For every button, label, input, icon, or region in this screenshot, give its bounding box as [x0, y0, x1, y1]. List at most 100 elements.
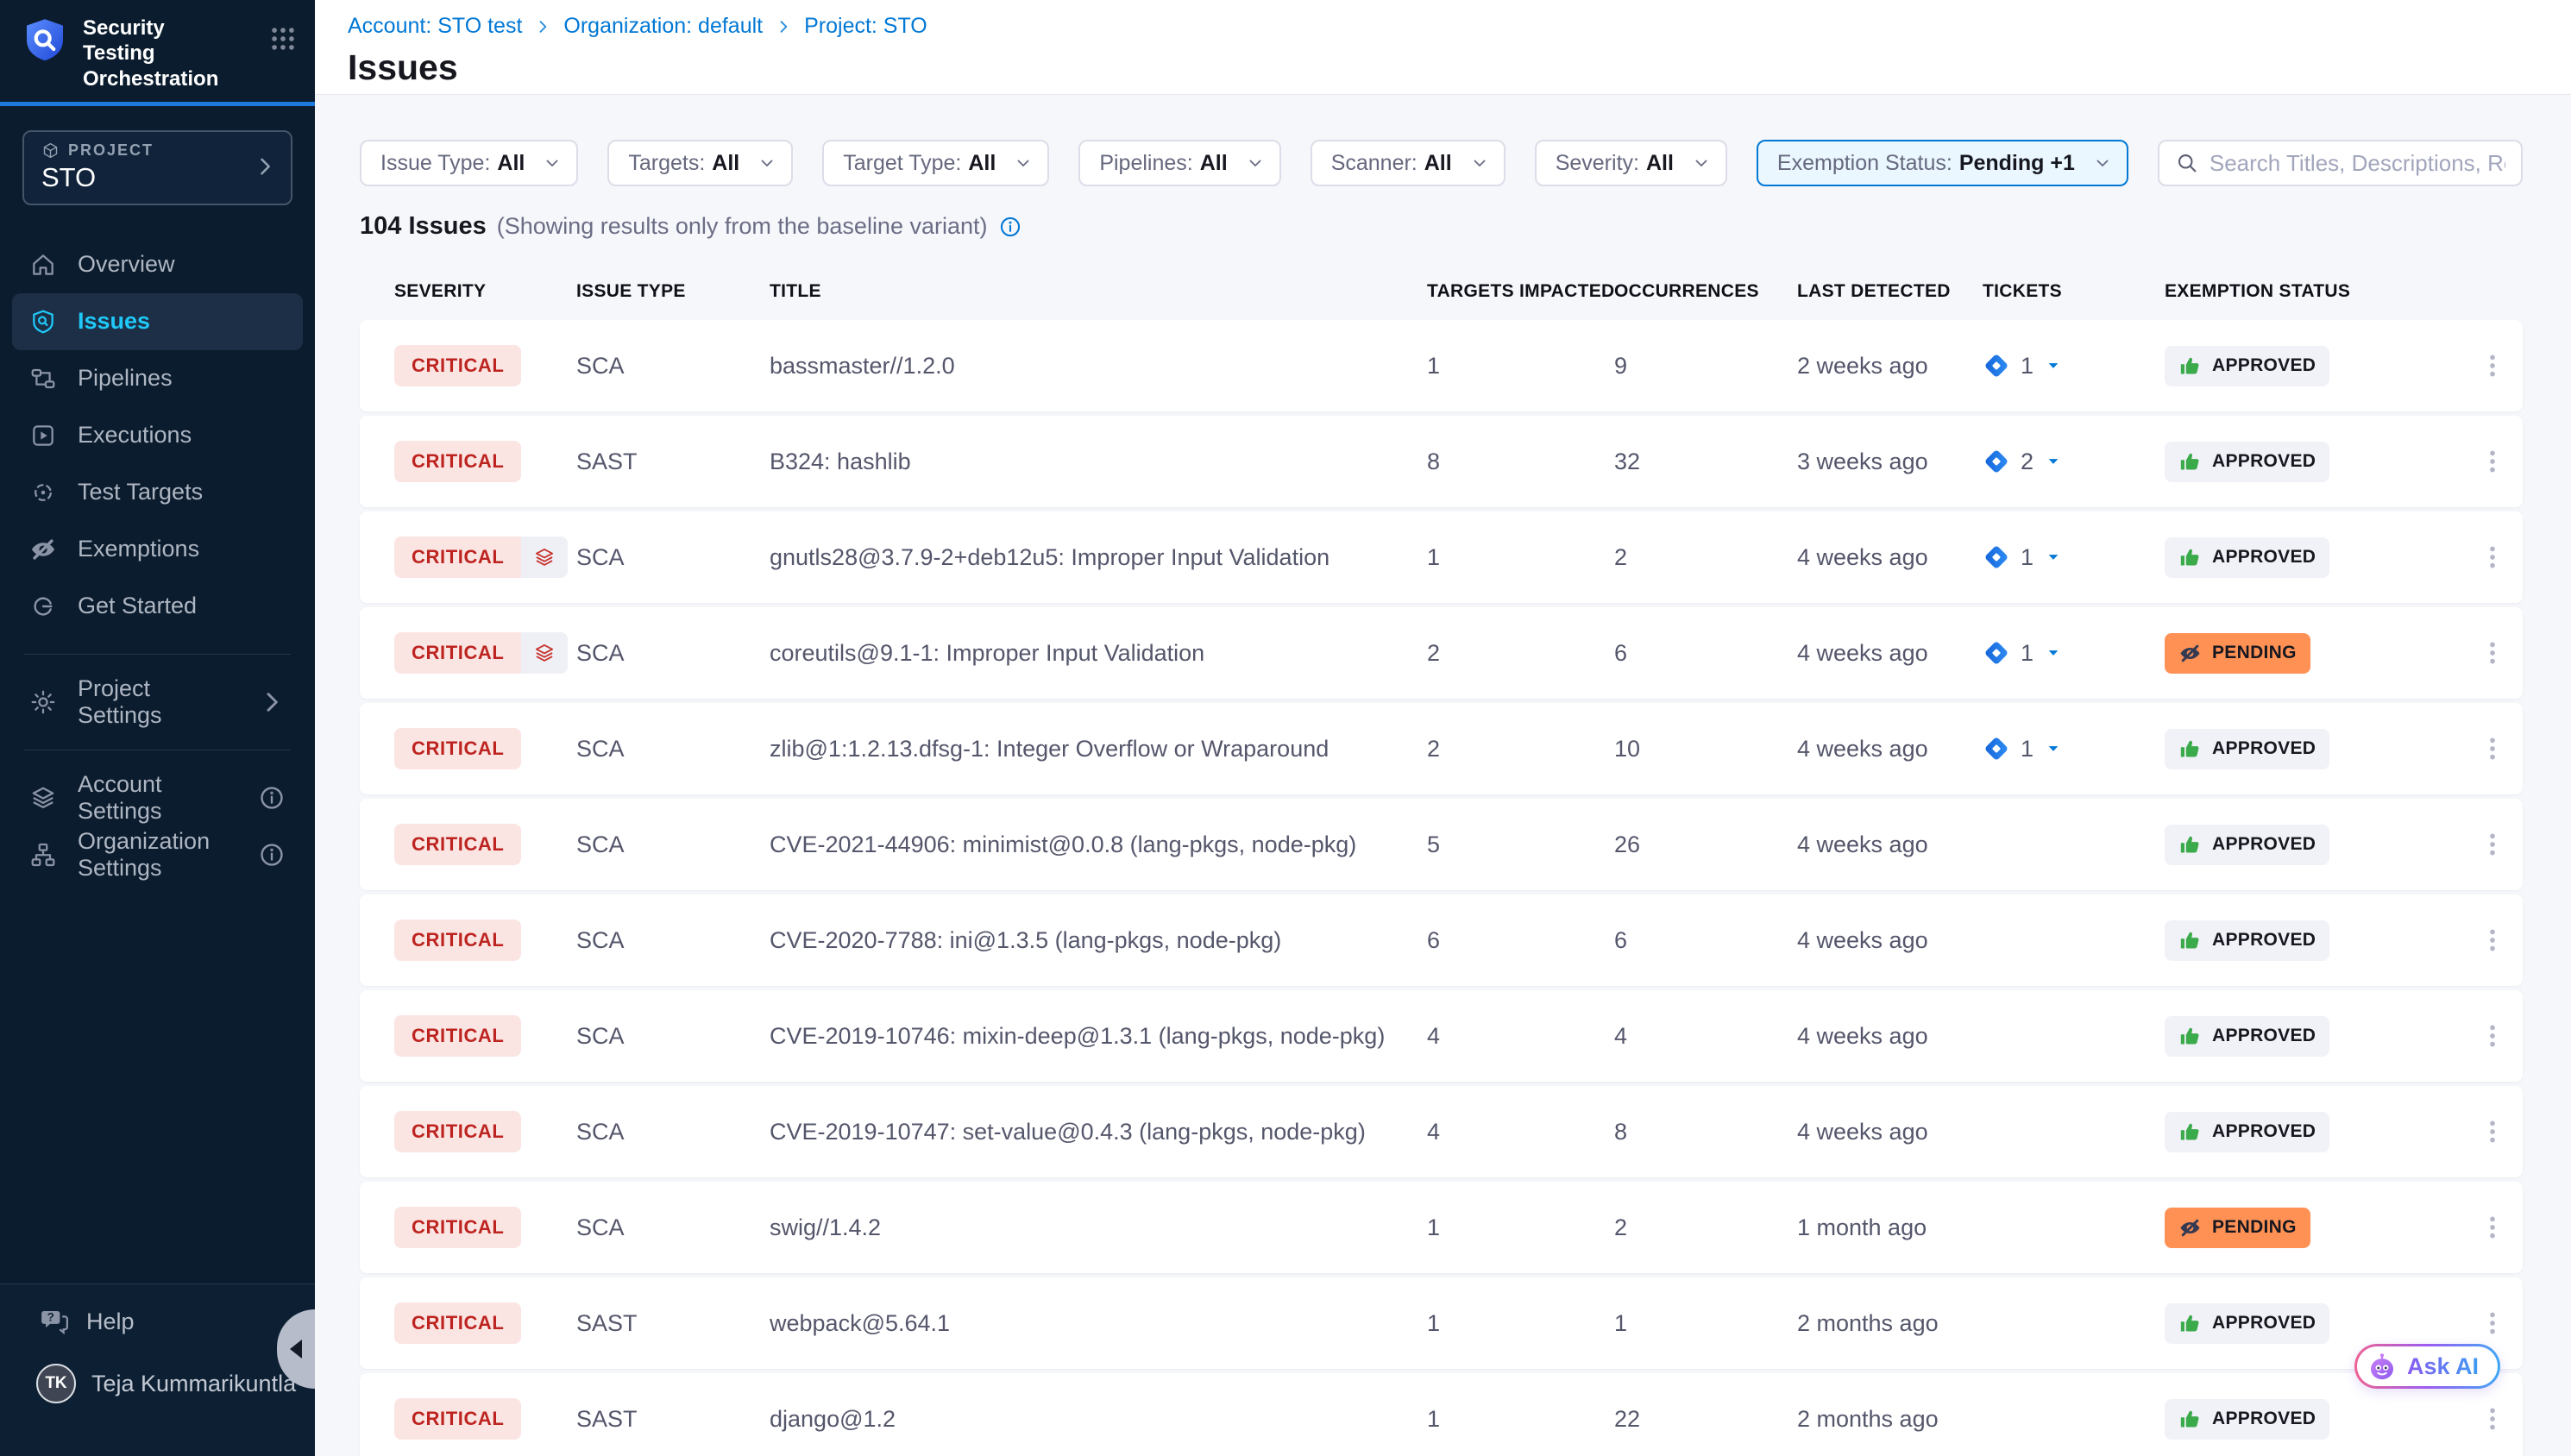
tickets-cell: 1 [1983, 543, 2165, 571]
table-header: SEVERITYISSUE TYPETITLETARGETS IMPACTEDO… [360, 263, 2523, 320]
filter-target-type[interactable]: Target Type:All [822, 140, 1049, 186]
table-row[interactable]: CRITICALSCAswig//1.4.2121 month agoPENDI… [360, 1182, 2523, 1273]
module-grid-icon[interactable] [268, 24, 298, 53]
info-icon[interactable] [258, 841, 286, 869]
table-row[interactable]: CRITICALSASTwebpack@5.64.1112 months ago… [360, 1277, 2523, 1369]
caret-down-icon[interactable] [2044, 356, 2063, 375]
filter-exemption-status[interactable]: Exemption Status:Pending +1 [1757, 140, 2128, 186]
severity-badge: CRITICAL [394, 441, 521, 482]
ticket-link[interactable]: 1 [1983, 639, 2034, 667]
caret-down-icon[interactable] [2044, 548, 2063, 567]
help-label: Help [86, 1309, 135, 1335]
column-header-exemption-status: EXEMPTION STATUS [2165, 281, 2476, 302]
search-input[interactable] [2210, 150, 2505, 177]
issue-type: SCA [576, 1214, 770, 1241]
sidebar-item-get-started[interactable]: Get Started [12, 578, 303, 635]
baseline-info-icon[interactable] [998, 215, 1022, 239]
caret-down-icon[interactable] [2044, 739, 2063, 758]
sidebar-item-project-settings[interactable]: Project Settings [12, 674, 303, 731]
row-actions-menu[interactable] [2478, 535, 2507, 580]
row-actions-menu[interactable] [2478, 1109, 2507, 1154]
ticket-link[interactable]: 1 [1983, 735, 2034, 763]
row-actions-menu[interactable] [2478, 1205, 2507, 1250]
table-row[interactable]: CRITICALSCACVE-2021-44906: minimist@0.0.… [360, 799, 2523, 890]
exemption-status-badge: APPROVED [2165, 729, 2329, 769]
chevron-right-icon [775, 18, 792, 35]
table-row[interactable]: CRITICALSCAbassmaster//1.2.0192 weeks ag… [360, 320, 2523, 411]
row-actions-menu[interactable] [2478, 439, 2507, 484]
breadcrumb-link-project-sto[interactable]: Project: STO [804, 14, 927, 39]
issues-count: 104 Issues [360, 212, 487, 241]
occurrences: 2 [1614, 544, 1797, 571]
row-actions-menu[interactable] [2478, 343, 2507, 388]
filter-issue-type[interactable]: Issue Type:All [360, 140, 578, 186]
breadcrumb-link-organization-default[interactable]: Organization: default [563, 14, 763, 39]
filter-targets[interactable]: Targets:All [607, 140, 793, 186]
filter-severity[interactable]: Severity:All [1535, 140, 1727, 186]
jira-icon [1983, 639, 2010, 667]
severity-badge: CRITICAL [394, 632, 568, 674]
breadcrumb-link-account-sto-test[interactable]: Account: STO test [348, 14, 522, 39]
exemption-status-badge: APPROVED [2165, 1016, 2329, 1057]
project-selector[interactable]: PROJECT STO [22, 130, 292, 205]
last-detected: 4 weeks ago [1797, 927, 1983, 954]
severity-label: CRITICAL [394, 441, 521, 482]
row-actions-menu[interactable] [2478, 822, 2507, 867]
filter-scanner[interactable]: Scanner:All [1311, 140, 1506, 186]
row-actions-menu[interactable] [2478, 1301, 2507, 1346]
info-icon[interactable] [258, 784, 286, 812]
cube-icon [41, 141, 60, 160]
ask-ai-button[interactable]: Ask AI [2354, 1344, 2500, 1389]
caret-down-icon[interactable] [2044, 452, 2063, 471]
issue-title: gnutls28@3.7.9-2+deb12u5: Improper Input… [770, 544, 1427, 571]
sidebar-item-exemptions[interactable]: Exemptions [12, 521, 303, 578]
sidebar-item-issues[interactable]: Issues [12, 293, 303, 350]
issue-type: SCA [576, 736, 770, 763]
ticket-link[interactable]: 1 [1983, 543, 2034, 571]
row-actions-menu[interactable] [2478, 918, 2507, 963]
ticket-link[interactable]: 1 [1983, 352, 2034, 380]
sidebar-item-label: Issues [78, 308, 150, 335]
last-detected: 1 month ago [1797, 1214, 1983, 1241]
severity-badge: CRITICAL [394, 1111, 521, 1152]
ticket-link[interactable]: 2 [1983, 448, 2034, 475]
occurrences: 22 [1614, 1406, 1797, 1433]
filter-value: All [968, 151, 996, 176]
column-header-tickets: TICKETS [1983, 281, 2165, 302]
main-content: Issue Type:All Targets:All Target Type:All… [315, 95, 2571, 1456]
table-row[interactable]: CRITICALSASTdjango@1.21222 months agoAPP… [360, 1373, 2523, 1456]
page-title: Issues [348, 47, 2571, 88]
chevron-down-icon [1691, 153, 1712, 173]
help-button[interactable]: ? Help [0, 1307, 315, 1336]
user-menu[interactable]: TK Teja Kummarikuntla [0, 1364, 315, 1403]
row-actions-menu[interactable] [2478, 1014, 2507, 1058]
home-icon [29, 251, 57, 279]
sidebar-item-account-settings[interactable]: Account Settings [12, 769, 303, 826]
table-row[interactable]: CRITICALSCACVE-2019-10746: mixin-deep@1.… [360, 990, 2523, 1082]
table-row[interactable]: CRITICALSASTB324: hashlib8323 weeks ago2… [360, 416, 2523, 507]
sidebar-item-pipelines[interactable]: Pipelines [12, 350, 303, 407]
caret-down-icon[interactable] [2044, 643, 2063, 662]
row-actions-menu[interactable] [2478, 631, 2507, 675]
table-row[interactable]: CRITICALSCACVE-2020-7788: ini@1.3.5 (lan… [360, 894, 2523, 986]
occurrences: 2 [1614, 1214, 1797, 1241]
layers-icon [533, 546, 556, 568]
table-row[interactable]: CRITICALSCAcoreutils@9.1-1: Improper Inp… [360, 607, 2523, 699]
table-row[interactable]: CRITICALSCAzlib@1:1.2.13.dfsg-1: Integer… [360, 703, 2523, 794]
chevron-down-icon [1469, 153, 1490, 173]
sidebar-item-executions[interactable]: Executions [12, 407, 303, 464]
targets-impacted: 1 [1427, 353, 1614, 380]
table-row[interactable]: CRITICALSCAgnutls28@3.7.9-2+deb12u5: Imp… [360, 511, 2523, 603]
row-actions-menu[interactable] [2478, 726, 2507, 771]
sidebar-item-test-targets[interactable]: Test Targets [12, 464, 303, 521]
sidebar-item-organization-settings[interactable]: Organization Settings [12, 826, 303, 883]
sidebar-item-overview[interactable]: Overview [12, 236, 303, 293]
last-detected: 4 weeks ago [1797, 1023, 1983, 1050]
table-row[interactable]: CRITICALSCACVE-2019-10747: set-value@0.4… [360, 1086, 2523, 1177]
exemption-status-badge: APPROVED [2165, 346, 2329, 386]
chevron-right-icon [258, 688, 286, 716]
filter-pipelines[interactable]: Pipelines:All [1078, 140, 1280, 186]
help-chat-icon: ? [40, 1307, 69, 1336]
row-actions-menu[interactable] [2478, 1396, 2507, 1441]
targets-impacted: 6 [1427, 927, 1614, 954]
